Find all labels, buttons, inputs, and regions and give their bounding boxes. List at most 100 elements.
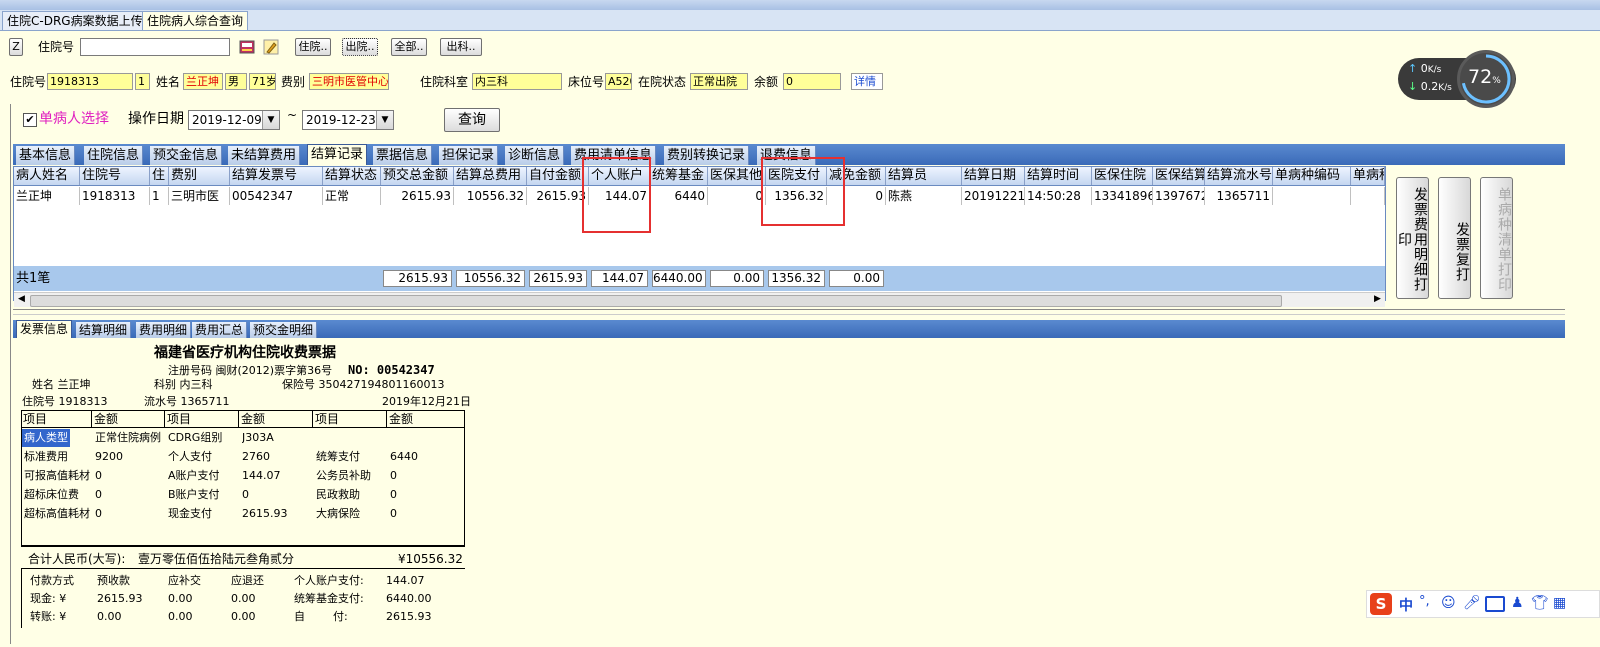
- total-cell: 2615.93: [383, 270, 452, 287]
- column-header[interactable]: 住: [150, 167, 169, 185]
- column-header[interactable]: 结算发票号: [230, 167, 323, 185]
- emoji-icon[interactable]: ☺: [1441, 595, 1456, 611]
- user-icon[interactable]: ♟: [1511, 595, 1524, 611]
- window-tab-strip: 住院C-DRG病案数据上传 住院病人综合查询: [0, 10, 1600, 31]
- z-button[interactable]: Z: [9, 38, 23, 56]
- date-from-select[interactable]: 2019-12-09 ▼: [188, 110, 280, 130]
- table-cell: 1: [150, 187, 169, 205]
- column-header[interactable]: 预交总金额: [381, 167, 454, 185]
- column-header[interactable]: 结算日期: [962, 167, 1025, 185]
- column-header[interactable]: 住院号: [80, 167, 150, 185]
- single-patient-checkbox[interactable]: ✔: [23, 113, 37, 127]
- column-header[interactable]: 单病种: [1351, 167, 1385, 185]
- scroll-left-icon[interactable]: ◀: [18, 294, 25, 304]
- date-to-select[interactable]: 2019-12-23 ▼: [302, 110, 394, 130]
- invoice-detail-print-button[interactable]: 发票费用明细打印: [1396, 177, 1429, 299]
- all-button[interactable]: 全部..: [391, 38, 427, 56]
- column-header[interactable]: 医保住院: [1092, 167, 1153, 185]
- scroll-thumb[interactable]: [30, 295, 1282, 307]
- receipt-no: NO: 00542347: [348, 363, 435, 377]
- patient-no-field: 1918313: [47, 73, 133, 90]
- scroll-right-icon[interactable]: ▶: [1374, 294, 1381, 304]
- fee-type-label: 费别: [281, 75, 306, 89]
- table-cell: 13341896: [1094, 187, 1153, 205]
- table-cell: 正常: [323, 187, 381, 205]
- window-tab-patient-query[interactable]: 住院病人综合查询: [142, 11, 249, 30]
- tab-6[interactable]: 担保记录: [439, 146, 499, 165]
- receipt-patient-name: 姓名 兰正坤: [32, 378, 91, 391]
- receipt-dept: 科别 内三科: [154, 378, 213, 391]
- table-row[interactable]: 兰正坤 1918313 1 三明市医 00542347 正常 2615.93 10556.32…: [14, 187, 1385, 205]
- pay-method-header: 付款方式: [30, 574, 74, 587]
- supplement-header: 应补交: [168, 574, 201, 587]
- lower-tab-2[interactable]: 费用明细: [136, 322, 192, 338]
- invoice-reprint-button[interactable]: 发票复打: [1438, 177, 1471, 299]
- receipt-cell: 可报高值耗材: [24, 469, 90, 482]
- total-cell: 6440.00: [652, 270, 706, 287]
- table-cell: 0: [708, 187, 766, 205]
- column-header[interactable]: 结算状态: [323, 167, 381, 185]
- skin-icon[interactable]: 👕︎: [1531, 595, 1549, 611]
- tab-9[interactable]: 费别转换记录: [664, 146, 750, 165]
- column-header[interactable]: 病人姓名: [14, 167, 80, 185]
- upload-speed-unit: K/s: [1427, 65, 1442, 75]
- receipt-cell: 0: [95, 488, 102, 501]
- chevron-down-icon[interactable]: ▼: [262, 111, 279, 129]
- column-header[interactable]: 医保其他: [708, 167, 766, 185]
- column-header[interactable]: 结算员: [886, 167, 962, 185]
- tab-1[interactable]: 住院信息: [84, 146, 144, 165]
- highlight-hospital-payment: [761, 157, 845, 226]
- receipt-cell: 2615.93: [242, 507, 288, 520]
- status-label: 在院状态: [638, 75, 687, 89]
- tab-3[interactable]: 未结算费用: [228, 146, 301, 165]
- sogou-logo-icon[interactable]: S: [1370, 593, 1392, 615]
- date-from-value: 2019-12-09: [192, 113, 262, 127]
- tab-5[interactable]: 票据信息: [373, 146, 433, 165]
- column-header[interactable]: 单病种编码: [1273, 167, 1351, 185]
- lower-tab-3[interactable]: 费用汇总: [192, 322, 248, 338]
- receipt-cell: 民政救助: [316, 488, 360, 501]
- detail-link[interactable]: 详情: [851, 73, 883, 90]
- chevron-down-icon[interactable]: ▼: [376, 111, 393, 129]
- inpatient-button[interactable]: 住院..: [295, 38, 331, 56]
- receipt-cell: 2760: [242, 450, 270, 463]
- memory-usage-gauge[interactable]: 72%: [1457, 50, 1515, 108]
- column-header[interactable]: 医保结算: [1153, 167, 1205, 185]
- receipt-cell: 超标床位费: [24, 488, 79, 501]
- microphone-icon[interactable]: 🎤︎: [1463, 595, 1481, 611]
- total-cell: 10556.32: [456, 270, 525, 287]
- window-tab-cdrg-upload[interactable]: 住院C-DRG病案数据上传: [2, 11, 148, 30]
- ime-chinese-mode[interactable]: 中: [1399, 595, 1413, 615]
- table-cell: 20191221: [964, 187, 1025, 205]
- horizontal-splitter[interactable]: [13, 309, 1565, 315]
- tab-4[interactable]: 结算记录: [307, 144, 368, 165]
- lower-tab-0[interactable]: 发票信息: [16, 320, 73, 338]
- transfer-supplement: 0.00: [168, 610, 193, 623]
- column-header[interactable]: 费别: [169, 167, 230, 185]
- tab-0[interactable]: 基本信息: [16, 146, 76, 165]
- toolbox-icon[interactable]: ▦: [1553, 595, 1566, 611]
- column-header[interactable]: 统筹基金: [650, 167, 708, 185]
- card-reader-icon[interactable]: [238, 38, 256, 56]
- lower-tab-4[interactable]: 预交金明细: [250, 322, 318, 338]
- column-header[interactable]: 自付金额: [527, 167, 589, 185]
- tab-7[interactable]: 诊断信息: [505, 146, 565, 165]
- column-header[interactable]: 结算流水号: [1205, 167, 1273, 185]
- receipt-col-header: 项目: [165, 411, 239, 428]
- single-disease-print-button[interactable]: 单病种清单打印: [1480, 177, 1513, 299]
- ime-punct-mode[interactable]: °,: [1419, 594, 1430, 609]
- discharged-button[interactable]: 出院..: [342, 38, 378, 56]
- query-button[interactable]: 查询: [444, 108, 500, 132]
- dept-out-button[interactable]: 出科..: [440, 38, 482, 56]
- tab-2[interactable]: 预交金信息: [150, 146, 223, 165]
- receipt-total-words: 壹万零伍佰伍拾陆元叁角贰分: [138, 552, 295, 566]
- patient-sex-field: 男: [225, 73, 247, 90]
- column-header[interactable]: 结算时间: [1025, 167, 1092, 185]
- keyboard-icon[interactable]: [1485, 596, 1505, 612]
- grid-header: 病人姓名 住院号住费别 结算发票号 结算状态 预交总金额 结算总费用 自付金额 个人账户 统筹基…: [14, 167, 1385, 186]
- hospital-no-search-input[interactable]: [80, 38, 230, 56]
- column-header[interactable]: 结算总费用: [454, 167, 527, 185]
- grid-horizontal-scrollbar[interactable]: ◀ ▶: [14, 292, 1385, 307]
- search-brush-icon[interactable]: [262, 38, 280, 56]
- lower-tab-1[interactable]: 结算明细: [76, 322, 132, 338]
